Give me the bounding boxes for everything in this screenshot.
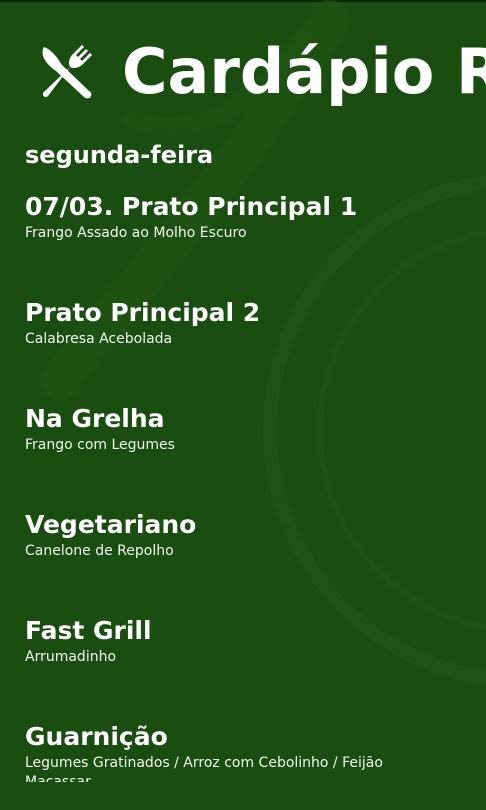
menu-item-vegetariano[interactable]: Vegetariano Canelone de Repolho xyxy=(25,508,465,561)
menu-item-title: Na Grelha xyxy=(25,404,165,433)
menu-item-description: Legumes Gratinados / Arroz com Cebolinho… xyxy=(25,755,383,782)
menu-item-description: Arrumadinho xyxy=(25,649,117,665)
menu-item-title: Guarnição xyxy=(25,722,168,751)
day-label: segunda-feira xyxy=(25,141,214,169)
menu-item-title: 07/03. Prato Principal 1 xyxy=(25,192,358,221)
menu-item-description: Frango com Legumes xyxy=(25,437,175,453)
menu-item-na-grelha[interactable]: Na Grelha Frango com Legumes xyxy=(25,402,465,455)
menu-item-description: Calabresa Acebolada xyxy=(25,331,173,347)
fork-knife-icon xyxy=(42,45,92,99)
menu-item-description: Frango Assado ao Molho Escuro xyxy=(25,225,247,241)
menu-item-prato-principal-1[interactable]: 07/03. Prato Principal 1 Frango Assado a… xyxy=(25,190,465,243)
menu-item-description: Canelone de Repolho xyxy=(25,543,174,559)
app-title: Cardápio R xyxy=(122,35,486,108)
menu-item-title: Vegetariano xyxy=(25,510,197,539)
top-border xyxy=(0,0,486,2)
menu-item-title: Prato Principal 2 xyxy=(25,298,261,327)
menu-item-prato-principal-2[interactable]: Prato Principal 2 Calabresa Acebolada xyxy=(25,296,465,349)
menu-item-guarnicao[interactable]: Guarnição Legumes Gratinados / Arroz com… xyxy=(25,720,465,782)
app-header: Cardápio R xyxy=(38,36,486,108)
menu-item-fast-grill[interactable]: Fast Grill Arrumadinho xyxy=(25,614,465,667)
menu-item-title: Fast Grill xyxy=(25,616,152,645)
